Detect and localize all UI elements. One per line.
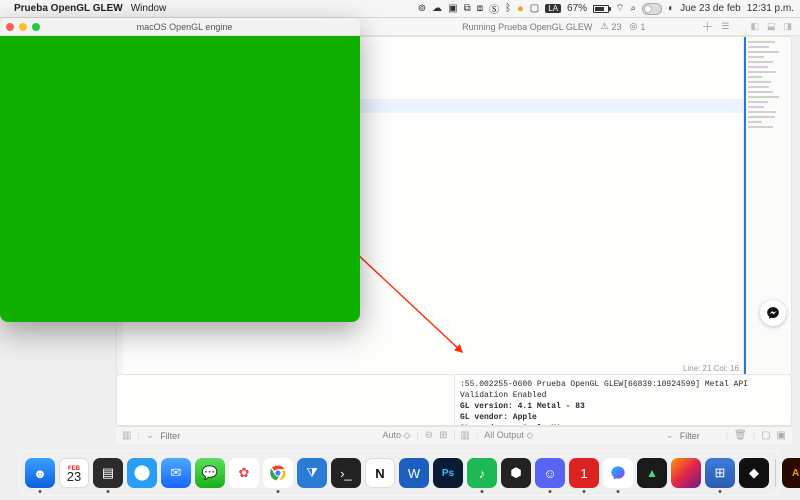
notes-count[interactable]: ◎ 1 — [629, 21, 645, 32]
library-icon[interactable]: ☰ — [721, 21, 728, 32]
toggle-output-icon[interactable]: ▥ — [461, 430, 470, 441]
console-line: :55.002255-0600 Prueba OpenGL GLEW[66839… — [460, 379, 785, 401]
display-icon[interactable]: ▢ — [530, 3, 539, 14]
date-label[interactable]: Jue 23 de feb — [680, 3, 741, 14]
window-menu[interactable]: Window — [131, 3, 167, 14]
dock-calendar[interactable]: FEB23 — [59, 458, 89, 488]
control-center-icon[interactable] — [642, 3, 662, 15]
dock-firefox[interactable] — [671, 458, 701, 488]
menubar-tray: ⊚ ☁︎ ▣ ⧉ ⧈ Ⓢ ᛒ ● ▢ LA 67% ⌔ ⌕ ◐ Jue 23 d… — [418, 1, 794, 16]
tray-icon[interactable]: ⊚ — [418, 3, 426, 14]
wifi-icon[interactable]: ⌔ — [615, 2, 624, 15]
toggle-right-panel-icon[interactable]: ◨ — [783, 21, 792, 32]
window-titlebar[interactable]: macOS OpenGL engine — [0, 18, 360, 36]
dock-notion[interactable]: N — [365, 458, 395, 488]
dock-mail[interactable]: ✉︎ — [161, 458, 191, 488]
siri-icon[interactable]: ◐ — [668, 3, 674, 14]
dock-terminal[interactable]: ›_ — [331, 458, 361, 488]
macos-menubar: Prueba OpenGL GLEW Window ⊚ ☁︎ ▣ ⧉ ⧈ Ⓢ ᛒ… — [0, 0, 800, 18]
bluetooth-icon[interactable]: ᛒ — [505, 3, 511, 14]
dock-photoshop[interactable]: Ps — [433, 458, 463, 488]
filter-icon[interactable]: ⌄ — [665, 430, 673, 441]
dock-app-badge[interactable]: 1 — [569, 458, 599, 488]
messenger-icon — [766, 306, 780, 320]
collapse-icon[interactable]: ⊖ — [425, 430, 433, 441]
dock-chrome[interactable] — [263, 458, 293, 488]
add-tab-button[interactable]: ＋ — [701, 18, 713, 35]
expand-icon[interactable]: ⊞ — [439, 430, 447, 441]
toggle-variables-icon[interactable]: ▥ — [122, 430, 131, 441]
toggle-bottom-panel-icon[interactable]: ⬓ — [767, 21, 776, 32]
output-console[interactable]: :55.002255-0600 Prueba OpenGL GLEW[66839… — [116, 374, 792, 426]
console-toolbar: ▥ | ⌄ Auto ◇ | ⊖ ⊞ ▥ | All Output ◇ ⌄ | … — [116, 426, 792, 444]
opengl-window[interactable]: macOS OpenGL engine — [0, 18, 360, 322]
dock-finder[interactable]: ☻ — [25, 458, 55, 488]
filter-input-left[interactable] — [160, 431, 200, 441]
cloud-icon[interactable]: ☁︎ — [432, 3, 442, 14]
dock-app-generic[interactable]: ◆ — [739, 458, 769, 488]
opengl-canvas[interactable] — [0, 36, 360, 322]
dock-messages[interactable]: 💬 — [195, 458, 225, 488]
dock-photos[interactable]: ✿ — [229, 458, 259, 488]
window-title: macOS OpenGL engine — [15, 22, 354, 32]
skype-icon[interactable]: Ⓢ — [489, 1, 499, 16]
dock-divider — [775, 459, 776, 487]
dock-xcode[interactable]: ⊞ — [705, 458, 735, 488]
run-status: Running Prueba OpenGL GLEW — [462, 22, 592, 32]
clear-console-icon[interactable]: 🗑︎ — [734, 430, 747, 441]
dock-messenger[interactable] — [603, 458, 633, 488]
close-traffic-light[interactable] — [6, 23, 14, 31]
mic-indicator-icon[interactable]: ● — [517, 3, 524, 15]
messenger-bubble[interactable] — [760, 300, 786, 326]
filter-input-right[interactable] — [680, 431, 720, 441]
warnings-count[interactable]: ⚠︎ 23 — [600, 21, 621, 32]
dock-safari[interactable] — [127, 458, 157, 488]
dropbox-icon[interactable]: ⧈ — [477, 3, 483, 14]
dock-android-studio[interactable]: ▲ — [637, 458, 667, 488]
dock-vscode[interactable]: ⧩ — [297, 458, 327, 488]
time-label[interactable]: 12:31 p.m. — [747, 3, 794, 14]
hide-console-icon[interactable]: ▣ — [777, 430, 786, 441]
toggle-left-panel-icon[interactable]: ◧ — [750, 21, 759, 32]
macos-dock: ☻ FEB23 ▤ ✉︎ 💬 ✿ ⧩ ›_ N W Ps ♪ ⬢ ☺ 1 ▲ ⊞… — [18, 450, 782, 496]
console-line: GL vendor: Apple — [460, 412, 785, 423]
dock-spotify[interactable]: ♪ — [467, 458, 497, 488]
battery-icon[interactable] — [593, 5, 609, 13]
output-mode-select[interactable]: All Output ◇ — [484, 430, 533, 441]
console-line: GL version: 4.1 Metal - 83 — [460, 401, 785, 412]
dock-discord[interactable]: ☺ — [535, 458, 565, 488]
dock-app-stats[interactable]: ▤ — [93, 458, 123, 488]
docker-icon[interactable]: ▣ — [448, 3, 457, 14]
dock-figma[interactable]: ⬢ — [501, 458, 531, 488]
app-menu[interactable]: Prueba OpenGL GLEW — [14, 3, 123, 14]
search-icon[interactable]: ⌕ — [630, 3, 636, 14]
dock-illustrator[interactable]: Ai — [782, 458, 800, 488]
screen-record-icon[interactable]: ⧉ — [464, 3, 471, 14]
input-source[interactable]: LA — [545, 4, 561, 13]
auto-mode-select[interactable]: Auto ◇ — [382, 430, 410, 441]
cursor-position: Line: 21 Col: 16 — [683, 364, 739, 373]
hide-debugger-icon[interactable]: ▢ — [761, 430, 770, 441]
battery-percent: 67% — [567, 3, 587, 14]
dock-word[interactable]: W — [399, 458, 429, 488]
filter-icon[interactable]: ⌄ — [146, 430, 154, 441]
